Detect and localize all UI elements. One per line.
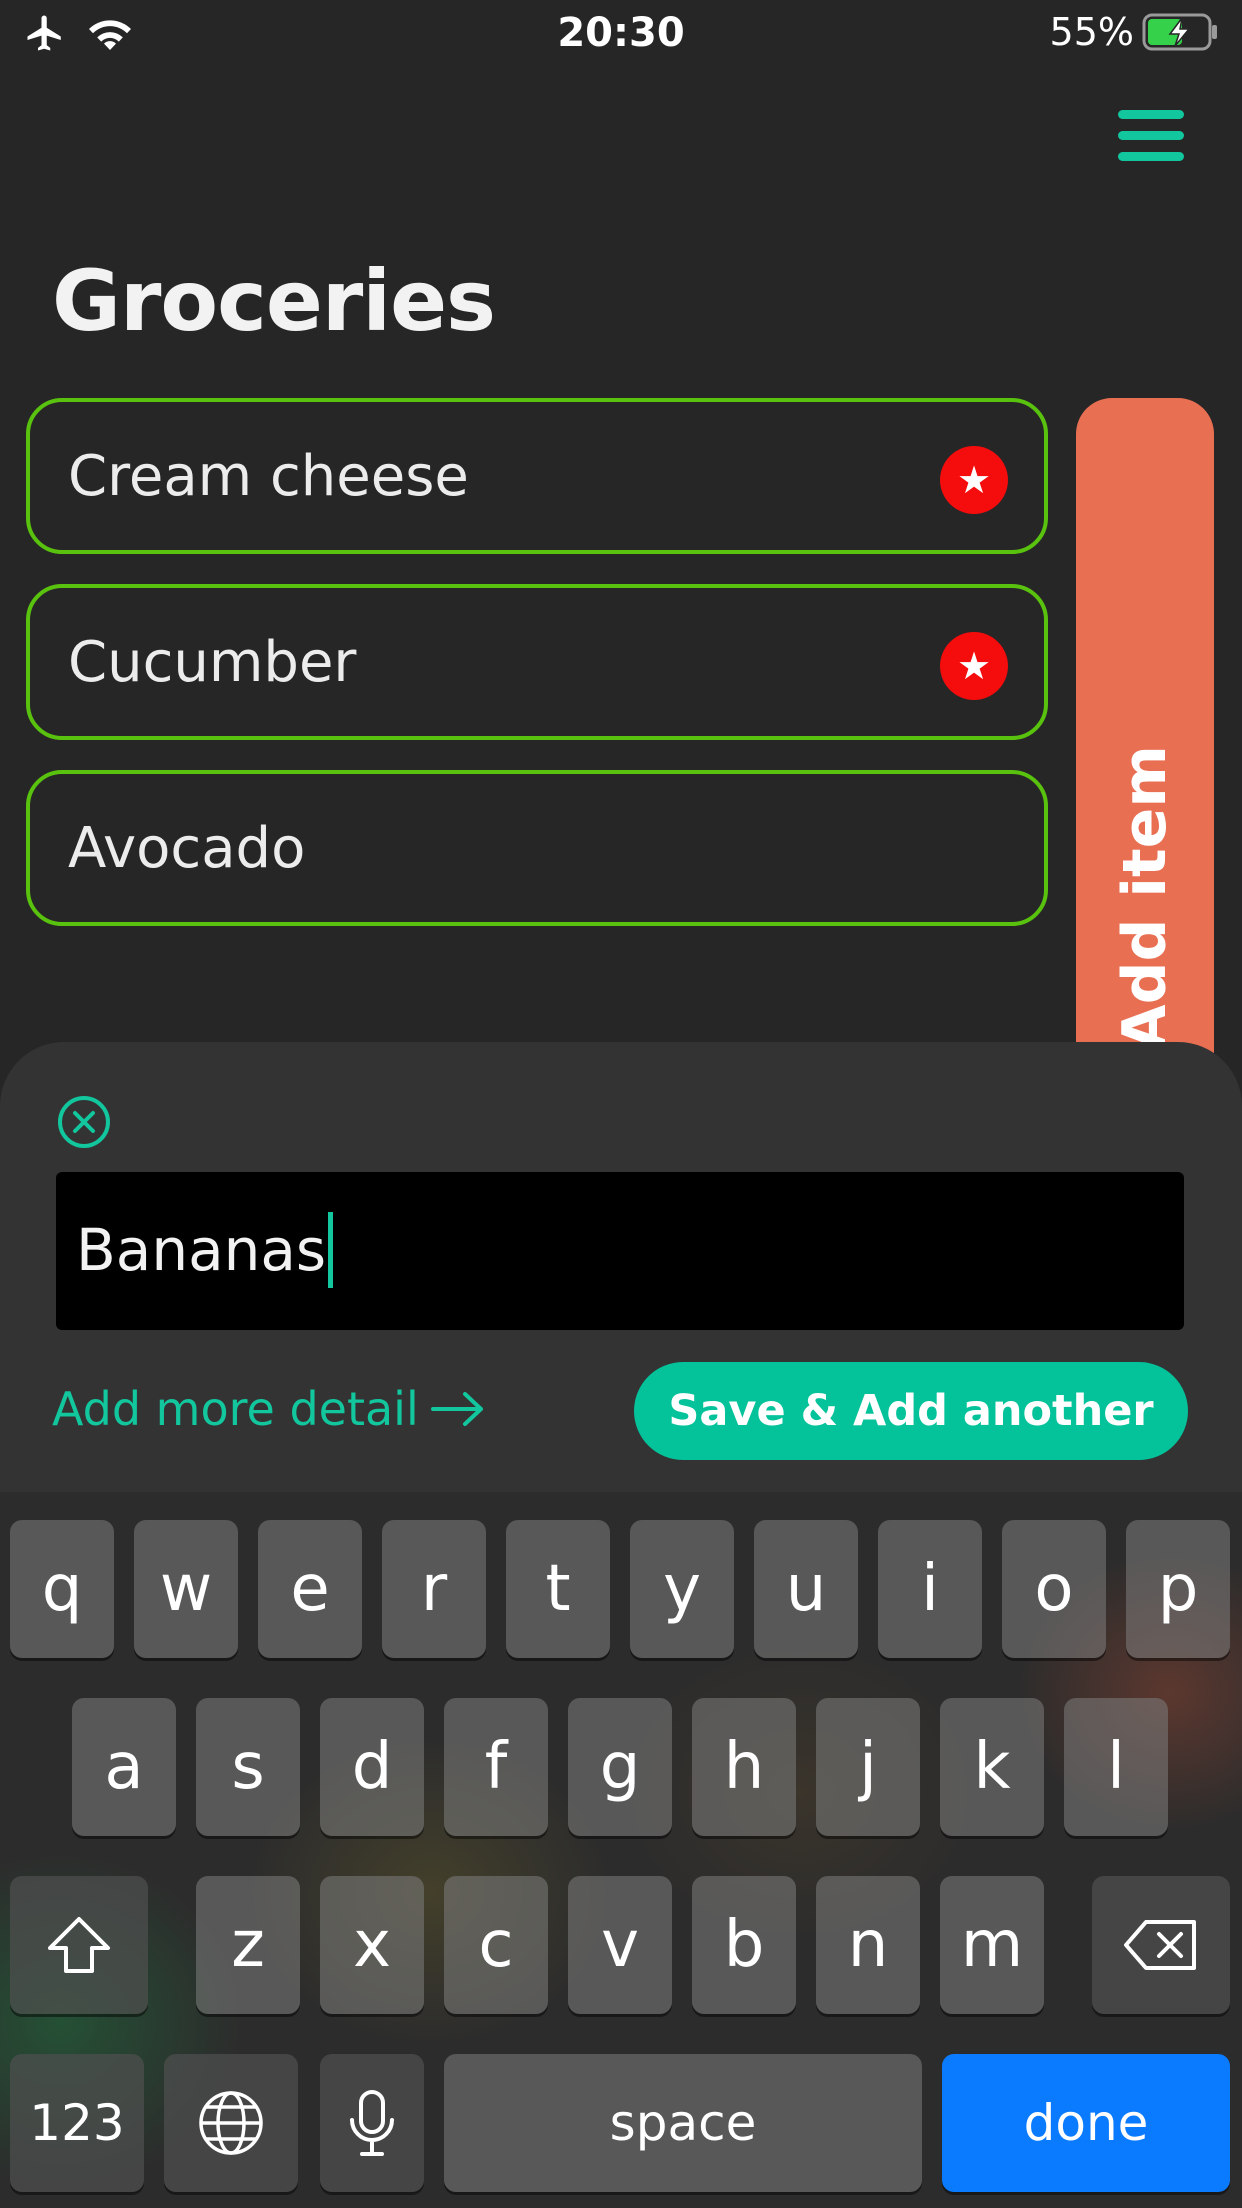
dictation-key[interactable]	[320, 2054, 424, 2192]
shift-key[interactable]	[10, 1876, 148, 2014]
keyboard: q w e r t y u i o p a s d f g h j k l z …	[0, 1492, 1242, 2208]
key-v[interactable]: v	[568, 1876, 672, 2014]
delete-key[interactable]	[1092, 1876, 1230, 2014]
close-button[interactable]	[56, 1094, 112, 1150]
hamburger-icon-bar	[1118, 131, 1184, 140]
hamburger-icon-bar	[1118, 110, 1184, 119]
microphone-icon	[350, 2090, 394, 2156]
key-f[interactable]: f	[444, 1698, 548, 1836]
status-right: 55%	[1050, 10, 1220, 54]
key-u[interactable]: u	[754, 1520, 858, 1658]
star-icon[interactable]: ★	[940, 632, 1008, 700]
key-z[interactable]: z	[196, 1876, 300, 2014]
shift-arrow-icon	[48, 1917, 110, 1973]
arrow-right-icon	[430, 1392, 483, 1426]
key-r[interactable]: r	[382, 1520, 486, 1658]
key-g[interactable]: g	[568, 1698, 672, 1836]
key-s[interactable]: s	[196, 1698, 300, 1836]
add-more-detail-label: Add more detail	[52, 1382, 419, 1436]
key-a[interactable]: a	[72, 1698, 176, 1836]
key-d[interactable]: d	[320, 1698, 424, 1836]
key-i[interactable]: i	[878, 1520, 982, 1658]
menu-button[interactable]	[1118, 108, 1188, 164]
key-w[interactable]: w	[134, 1520, 238, 1658]
key-h[interactable]: h	[692, 1698, 796, 1836]
list-item-label: Cucumber	[68, 630, 357, 695]
item-name-input[interactable]: Bananas	[56, 1172, 1184, 1330]
text-caret	[328, 1212, 334, 1288]
item-name-value: Bananas	[76, 1216, 327, 1284]
globe-icon	[199, 2091, 263, 2155]
save-add-another-button[interactable]: Save & Add another	[634, 1362, 1188, 1460]
key-x[interactable]: x	[320, 1876, 424, 2014]
item-name-value-wrap: Bananas	[76, 1212, 334, 1288]
status-bar: 20:30 55%	[0, 0, 1242, 66]
key-c[interactable]: c	[444, 1876, 548, 2014]
done-key[interactable]: done	[942, 2054, 1230, 2192]
add-more-detail-link[interactable]: Add more detail	[52, 1382, 487, 1436]
list-item[interactable]: Cucumber ★	[26, 584, 1048, 740]
key-q[interactable]: q	[10, 1520, 114, 1658]
list-item-label: Avocado	[68, 816, 306, 881]
key-n[interactable]: n	[816, 1876, 920, 2014]
battery-charging-icon	[1142, 13, 1217, 51]
close-circle-icon	[58, 1096, 110, 1148]
hamburger-icon-bar	[1118, 152, 1184, 161]
key-p[interactable]: p	[1126, 1520, 1230, 1658]
key-y[interactable]: y	[630, 1520, 734, 1658]
key-l[interactable]: l	[1064, 1698, 1168, 1836]
key-e[interactable]: e	[258, 1520, 362, 1658]
key-t[interactable]: t	[506, 1520, 610, 1658]
key-b[interactable]: b	[692, 1876, 796, 2014]
key-j[interactable]: j	[816, 1698, 920, 1836]
add-item-tab-label: Add item	[1110, 745, 1180, 1051]
list-item-label: Cream cheese	[68, 444, 469, 509]
grocery-list: Cream cheese ★ Cucumber ★ Avocado	[26, 398, 1048, 956]
list-item[interactable]: Avocado	[26, 770, 1048, 926]
numbers-key[interactable]: 123	[10, 2054, 144, 2192]
page-title: Groceries	[52, 252, 496, 350]
add-item-tab[interactable]: Add item	[1076, 398, 1214, 1098]
backspace-icon	[1124, 1920, 1196, 1970]
battery-percent: 55%	[1049, 10, 1134, 54]
key-o[interactable]: o	[1002, 1520, 1106, 1658]
space-key[interactable]: space	[444, 2054, 922, 2192]
key-k[interactable]: k	[940, 1698, 1044, 1836]
star-icon[interactable]: ★	[940, 446, 1008, 514]
list-item[interactable]: Cream cheese ★	[26, 398, 1048, 554]
key-m[interactable]: m	[940, 1876, 1044, 2014]
globe-key[interactable]	[164, 2054, 298, 2192]
